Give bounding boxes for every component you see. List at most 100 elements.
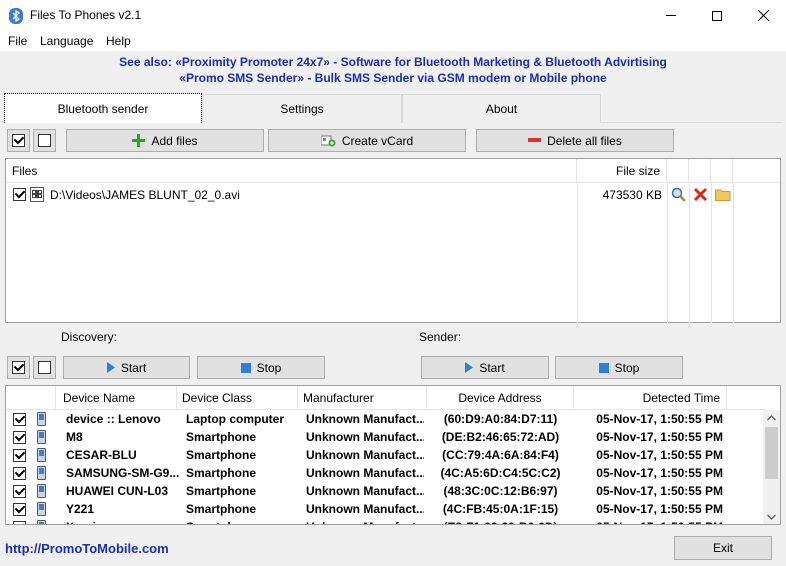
menu-language[interactable]: Language: [40, 34, 93, 48]
device-row[interactable]: CESAR-BLU Smartphone Unknown Manufact... (C…: [6, 446, 766, 464]
scroll-up-icon[interactable]: [767, 415, 776, 421]
device-checkbox[interactable]: [13, 413, 26, 426]
uncheck-all-devices-button[interactable]: [33, 356, 56, 379]
detected-time: 05-Nov-17, 1:50:55 PM: [596, 412, 723, 426]
device-name: Y221: [66, 502, 95, 516]
manufacturer: Unknown Manufact...: [306, 466, 424, 480]
manufacturer: Unknown Manufact...: [306, 412, 424, 426]
phone-icon: [37, 502, 46, 516]
manufacturer: Unknown Manufact...: [306, 518, 424, 524]
menu-bar: File Language Help: [0, 31, 786, 51]
manufacturer: Unknown Manufact...: [306, 430, 424, 444]
checked-checkbox-icon: [12, 361, 25, 374]
device-address: (4C:FB:45:0A:1F:15): [442, 502, 559, 516]
col-device-class[interactable]: Device Class: [177, 386, 298, 410]
device-name: Xperia: [66, 518, 181, 524]
menu-help[interactable]: Help: [106, 34, 131, 48]
folder-icon[interactable]: [715, 188, 731, 201]
tab-settings[interactable]: Settings: [202, 94, 402, 123]
device-name: SAMSUNG-SM-G9...: [66, 466, 180, 480]
devices-header: Device Name Device Class Manufacturer De…: [6, 386, 766, 410]
device-checkbox[interactable]: [13, 431, 26, 444]
website-link[interactable]: http://PromoToMobile.com: [5, 541, 169, 556]
device-class: Smartphone: [186, 430, 257, 444]
check-all-devices-button[interactable]: [7, 356, 30, 379]
col-detected-time[interactable]: Detected Time: [574, 386, 727, 410]
delete-all-files-label: Delete all files: [547, 133, 622, 148]
file-path: D:\Videos\JAMES BLUNT_02_0.avi: [50, 188, 240, 202]
unchecked-checkbox-icon: [38, 361, 51, 374]
col-file-size[interactable]: File size: [577, 159, 667, 183]
device-checkbox[interactable]: [13, 485, 26, 498]
col-view: [667, 159, 689, 183]
files-list[interactable]: Files File size D:\Videos\JAMES BLUNT_02…: [5, 158, 781, 323]
device-class: Smartphone: [186, 448, 257, 462]
devices-scrollbar[interactable]: [763, 410, 780, 524]
sender-start-button[interactable]: Start: [421, 356, 549, 379]
sender-stop-label: Stop: [614, 360, 640, 375]
scroll-thumb[interactable]: [765, 427, 778, 479]
add-files-button[interactable]: Add files: [66, 129, 264, 152]
device-row[interactable]: device :: Lenovo Laptop computer Unknown M…: [6, 410, 766, 428]
remove-icon[interactable]: [693, 187, 708, 202]
col-device-address[interactable]: Device Address: [427, 386, 574, 410]
play-icon: [106, 362, 115, 373]
discovery-start-label: Start: [120, 360, 147, 375]
phone-icon: [37, 466, 46, 480]
sender-start-label: Start: [479, 360, 505, 375]
stop-icon: [598, 362, 609, 373]
create-vcard-button[interactable]: Create vCard: [268, 129, 466, 152]
device-class: Laptop computer: [186, 412, 284, 426]
file-row[interactable]: D:\Videos\JAMES BLUNT_02_0.avi 473530 KB: [6, 185, 780, 205]
device-row[interactable]: HUAWEI CUN-L03 Smartphone Unknown Manufact…: [6, 482, 766, 500]
device-class: Smartphone: [186, 484, 257, 498]
video-file-icon: [30, 187, 44, 202]
device-row[interactable]: M8 Smartphone Unknown Manufact... (DE:B2:46…: [6, 428, 766, 446]
add-files-label: Add files: [151, 133, 198, 148]
device-row[interactable]: SAMSUNG-SM-G9... Smartphone Unknown Manufa…: [6, 464, 766, 482]
discovery-stop-button[interactable]: Stop: [197, 356, 325, 379]
device-address: (DE:B2:46:65:72:AD): [441, 430, 560, 444]
device-row[interactable]: Xperia Smartphone Unknown Manufact...(E8:F…: [6, 518, 766, 524]
device-class: Smartphone: [186, 518, 301, 524]
device-row[interactable]: Y221 Smartphone Unknown Manufact... (4C:FB:…: [6, 500, 766, 518]
minimize-button[interactable]: [648, 0, 694, 31]
file-checkbox[interactable]: [13, 188, 26, 201]
ad-line-sms[interactable]: «Promo SMS Sender» - Bulk SMS Sender via…: [0, 71, 786, 85]
discovery-start-button[interactable]: Start: [63, 356, 190, 379]
sender-label: Sender:: [419, 330, 462, 344]
device-name: device :: Lenovo: [66, 412, 161, 426]
tab-bluetooth-sender[interactable]: Bluetooth sender: [4, 93, 202, 123]
device-checkbox[interactable]: [13, 467, 26, 480]
sender-stop-button[interactable]: Stop: [555, 356, 683, 379]
close-icon: [757, 10, 769, 21]
magnifier-icon[interactable]: [671, 187, 686, 202]
check-all-files-button[interactable]: [7, 129, 30, 152]
ad-line-proximity[interactable]: See also: «Proximity Promoter 24x7» - So…: [0, 55, 786, 69]
device-checkbox[interactable]: [13, 521, 26, 524]
devices-list[interactable]: Device Name Device Class Manufacturer De…: [5, 385, 781, 525]
delete-all-files-button[interactable]: Delete all files: [476, 129, 674, 152]
col-select: [6, 386, 56, 410]
device-address: (E8:F1:02:30:B0:6D): [427, 518, 574, 524]
device-checkbox[interactable]: [13, 449, 26, 462]
plus-icon: [132, 134, 146, 147]
device-checkbox[interactable]: [13, 503, 26, 516]
device-class: Smartphone: [186, 466, 257, 480]
device-class: Smartphone: [186, 502, 257, 516]
col-files[interactable]: Files: [6, 159, 577, 183]
tab-about[interactable]: About: [402, 94, 601, 123]
phone-icon: [37, 484, 46, 498]
exit-button[interactable]: Exit: [674, 536, 772, 560]
col-manufacturer[interactable]: Manufacturer: [298, 386, 427, 410]
uncheck-all-files-button[interactable]: [33, 129, 56, 152]
col-device-name[interactable]: Device Name: [56, 386, 177, 410]
files-header: Files File size: [6, 159, 780, 183]
phone-icon: [37, 430, 46, 444]
scroll-down-icon[interactable]: [767, 514, 776, 520]
maximize-button[interactable]: [694, 0, 740, 31]
unchecked-checkbox-icon: [38, 134, 51, 147]
device-address: (48:3C:0C:12:B6:97): [443, 484, 558, 498]
close-button[interactable]: [740, 0, 786, 31]
menu-file[interactable]: File: [8, 34, 27, 48]
